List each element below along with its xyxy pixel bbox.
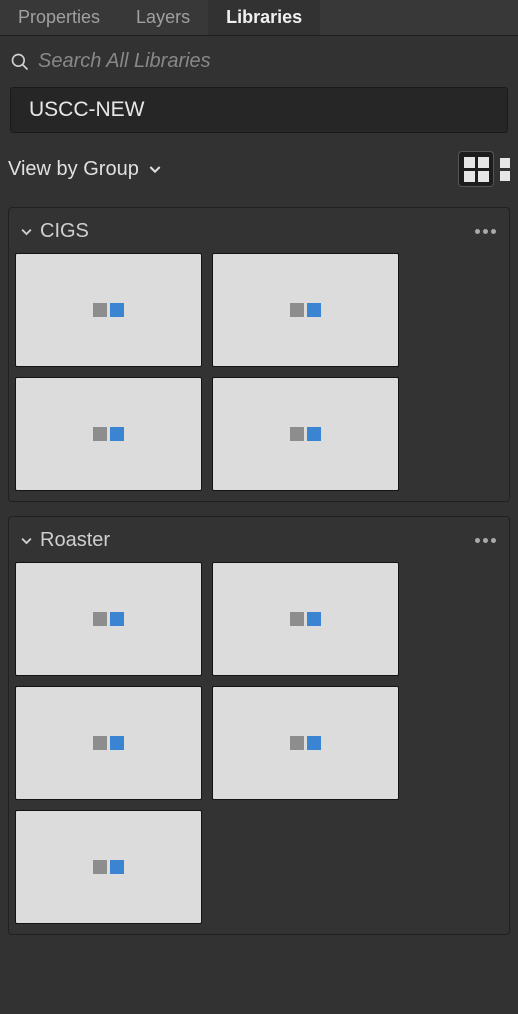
library-item-thumb[interactable] xyxy=(212,253,399,367)
ellipsis-icon xyxy=(475,229,480,234)
view-mode-buttons xyxy=(458,151,512,187)
view-by-label: View by Group xyxy=(8,158,139,181)
group-thumbs xyxy=(15,253,503,491)
group-cigs: CIGS xyxy=(8,207,510,502)
library-item-thumb[interactable] xyxy=(212,562,399,676)
library-groups: CIGS Roaster xyxy=(0,207,518,935)
search-row xyxy=(0,36,518,87)
ellipsis-icon xyxy=(475,538,480,543)
asset-preview-icon xyxy=(290,736,321,750)
group-more-button[interactable] xyxy=(471,538,499,543)
asset-preview-icon xyxy=(290,427,321,441)
search-input[interactable] xyxy=(38,50,506,73)
group-header: CIGS xyxy=(15,214,503,253)
list-icon xyxy=(500,158,510,181)
library-item-thumb[interactable] xyxy=(15,253,202,367)
library-item-thumb[interactable] xyxy=(212,377,399,491)
chevron-down-icon xyxy=(147,161,163,177)
group-title: Roaster xyxy=(40,529,110,552)
view-list-button[interactable] xyxy=(498,151,512,187)
group-title: CIGS xyxy=(40,220,89,243)
group-thumbs xyxy=(15,562,503,924)
library-selector[interactable]: USCC-NEW xyxy=(10,87,508,133)
group-header: Roaster xyxy=(15,523,503,562)
asset-preview-icon xyxy=(93,303,124,317)
library-item-thumb[interactable] xyxy=(15,377,202,491)
panel-tabs: Properties Layers Libraries xyxy=(0,0,518,36)
asset-preview-icon xyxy=(290,303,321,317)
library-item-thumb[interactable] xyxy=(212,686,399,800)
group-more-button[interactable] xyxy=(471,229,499,234)
chevron-down-icon xyxy=(19,224,34,239)
search-icon xyxy=(10,52,30,72)
chevron-down-icon xyxy=(19,533,34,548)
group-roaster: Roaster xyxy=(8,516,510,935)
asset-preview-icon xyxy=(290,612,321,626)
asset-preview-icon xyxy=(93,860,124,874)
library-item-thumb[interactable] xyxy=(15,686,202,800)
tab-properties[interactable]: Properties xyxy=(0,0,118,35)
library-item-thumb[interactable] xyxy=(15,562,202,676)
asset-preview-icon xyxy=(93,427,124,441)
grid-icon xyxy=(464,157,489,182)
tab-libraries[interactable]: Libraries xyxy=(208,0,320,35)
view-grid-button[interactable] xyxy=(458,151,494,187)
group-toggle[interactable]: CIGS xyxy=(19,220,89,243)
library-item-thumb[interactable] xyxy=(15,810,202,924)
asset-preview-icon xyxy=(93,736,124,750)
group-toggle[interactable]: Roaster xyxy=(19,529,110,552)
view-row: View by Group xyxy=(0,145,518,207)
asset-preview-icon xyxy=(93,612,124,626)
tab-layers[interactable]: Layers xyxy=(118,0,208,35)
library-selector-label: USCC-NEW xyxy=(29,98,145,121)
view-by-dropdown[interactable]: View by Group xyxy=(6,158,163,181)
